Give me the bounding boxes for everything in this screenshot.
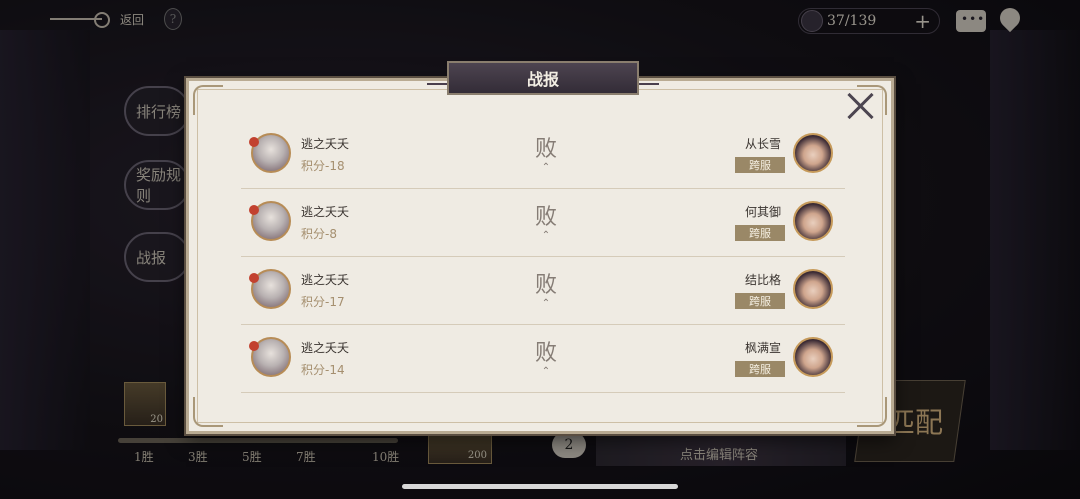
opponent-avatar[interactable] bbox=[793, 269, 833, 309]
score-change: 积分-17 bbox=[301, 295, 345, 309]
modal-title-plate: 战报 bbox=[427, 61, 659, 101]
my-avatar bbox=[249, 269, 291, 309]
corner-ornament bbox=[857, 397, 887, 427]
corner-ornament bbox=[193, 397, 223, 427]
opponent-avatar[interactable] bbox=[793, 133, 833, 173]
opponent-name: 何其御 bbox=[744, 205, 781, 219]
opponent-avatar[interactable] bbox=[793, 337, 833, 377]
my-name: 逃之夭夭 bbox=[301, 205, 350, 219]
battle-record-row: 逃之夭夭 积分-14 败 ⌃ 枫满宣 跨服 bbox=[241, 325, 845, 393]
close-icon[interactable] bbox=[845, 91, 875, 121]
score-change: 积分-8 bbox=[301, 227, 337, 241]
battle-record-row: 逃之夭夭 积分-17 败 ⌃ 结比格 跨服 bbox=[241, 257, 845, 325]
result-text: 败 bbox=[534, 205, 557, 230]
my-name: 逃之夭夭 bbox=[301, 273, 350, 287]
my-name: 逃之夭夭 bbox=[301, 341, 350, 355]
result-text: 败 bbox=[534, 273, 557, 298]
server-tag: 跨服 bbox=[735, 293, 785, 309]
battle-report-modal: 战报 逃之夭夭 积分-18 败 ⌃ 从长雪 跨服 逃之夭夭 积分-8 败 ⌃ 何… bbox=[186, 61, 894, 434]
home-indicator[interactable] bbox=[402, 484, 678, 489]
battle-record-list: 逃之夭夭 积分-18 败 ⌃ 从长雪 跨服 逃之夭夭 积分-8 败 ⌃ 何其御 … bbox=[241, 121, 845, 393]
result-text: 败 bbox=[534, 341, 557, 366]
result-text: 败 bbox=[534, 137, 557, 162]
my-avatar bbox=[249, 201, 291, 241]
server-tag: 跨服 bbox=[735, 225, 785, 241]
opponent-name: 枫满宣 bbox=[744, 341, 781, 355]
opponent-name: 结比格 bbox=[744, 273, 781, 287]
corner-ornament bbox=[193, 85, 223, 115]
result-mark-icon: ⌃ bbox=[541, 230, 551, 241]
result-mark-icon: ⌃ bbox=[541, 162, 551, 173]
my-name: 逃之夭夭 bbox=[301, 137, 350, 151]
opponent-name: 从长雪 bbox=[744, 137, 781, 151]
score-change: 积分-14 bbox=[301, 363, 345, 377]
modal-title: 战报 bbox=[447, 61, 639, 95]
server-tag: 跨服 bbox=[735, 361, 785, 377]
battle-record-row: 逃之夭夭 积分-18 败 ⌃ 从长雪 跨服 bbox=[241, 121, 845, 189]
my-avatar bbox=[249, 337, 291, 377]
score-change: 积分-18 bbox=[301, 159, 345, 173]
battle-record-row: 逃之夭夭 积分-8 败 ⌃ 何其御 跨服 bbox=[241, 189, 845, 257]
result-mark-icon: ⌃ bbox=[541, 366, 551, 377]
opponent-avatar[interactable] bbox=[793, 201, 833, 241]
result-mark-icon: ⌃ bbox=[541, 298, 551, 309]
server-tag: 跨服 bbox=[735, 157, 785, 173]
my-avatar bbox=[249, 133, 291, 173]
